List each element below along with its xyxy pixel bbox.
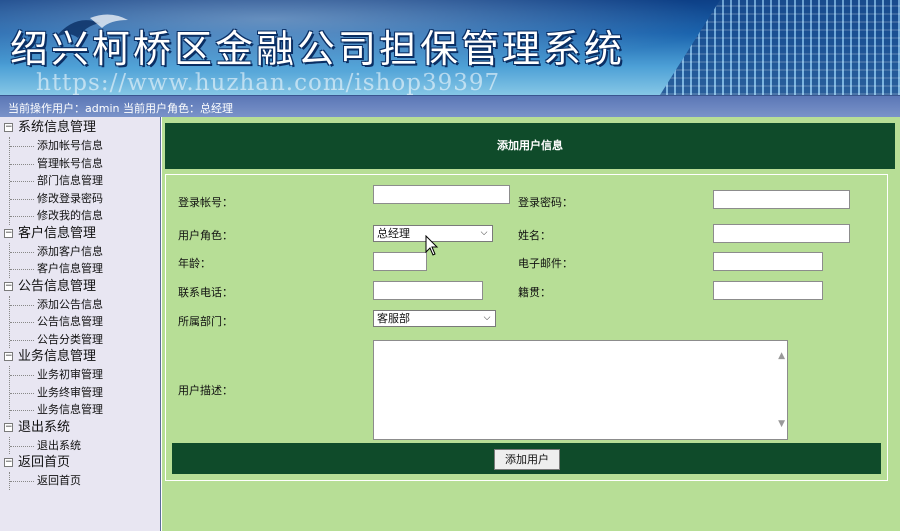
chevron-down-icon: ⌵ xyxy=(480,228,488,238)
mouse-pointer-icon xyxy=(425,235,439,256)
nav-item-link[interactable]: 业务初审管理 xyxy=(10,366,103,384)
nav-group: − 业务信息管理 业务初审管理 业务终审管理 业务信息管理 xyxy=(4,348,103,419)
nav-group-header[interactable]: − 退出系统 xyxy=(4,419,103,437)
department-select-value: 客服部 xyxy=(377,312,410,325)
nav-item-link[interactable]: 业务信息管理 xyxy=(10,401,103,419)
nav-group: − 退出系统 退出系统 xyxy=(4,419,103,455)
login-account-label: 登录帐号： xyxy=(178,196,233,209)
nav-item-link[interactable]: 业务终审管理 xyxy=(10,384,103,402)
age-input[interactable] xyxy=(373,252,427,271)
collapse-minus-icon[interactable]: − xyxy=(4,281,13,291)
nav-item-link[interactable]: 添加帐号信息 xyxy=(10,137,103,155)
nav-group-items: 业务初审管理 业务终审管理 业务信息管理 xyxy=(9,366,103,419)
add-user-form: 登录帐号： 登录密码： 用户角色： 总经理 ⌵ 姓名： 年龄： 电子邮件： 联系… xyxy=(165,174,888,481)
scroll-down-icon[interactable]: ▼ xyxy=(778,419,785,429)
nav-group-items: 退出系统 xyxy=(9,436,103,455)
nav-group-items: 返回首页 xyxy=(9,472,103,490)
nav-item-link[interactable]: 添加公告信息 xyxy=(10,296,103,314)
nav-item-link[interactable]: 修改我的信息 xyxy=(10,207,103,225)
description-textarea[interactable]: ▲ ▼ xyxy=(373,340,788,440)
nav-group: − 系统信息管理 添加帐号信息 管理帐号信息 部门信息管理 修改登录密码 修改我的信息 xyxy=(4,119,103,225)
form-title: 添加用户信息 xyxy=(165,123,895,169)
collapse-minus-icon[interactable]: − xyxy=(4,123,13,132)
scroll-up-icon[interactable]: ▲ xyxy=(778,351,785,361)
main-content: 添加用户信息 登录帐号： 登录密码： 用户角色： 总经理 ⌵ 姓名： 年龄： 电… xyxy=(162,117,900,531)
nav-group-items: 添加帐号信息 管理帐号信息 部门信息管理 修改登录密码 修改我的信息 xyxy=(9,137,103,225)
nav-item-link[interactable]: 公告信息管理 xyxy=(10,313,103,331)
sidebar: − 系统信息管理 添加帐号信息 管理帐号信息 部门信息管理 修改登录密码 修改我的信息 − 客户… xyxy=(0,117,161,531)
hometown-input[interactable] xyxy=(713,281,823,300)
nav-item-link[interactable]: 管理帐号信息 xyxy=(10,155,103,173)
hometown-label: 籍贯： xyxy=(518,286,551,299)
watermark-url: https://www.huzhan.com/ishop39397 xyxy=(36,70,501,95)
nav-group-label: 系统信息管理 xyxy=(18,120,97,135)
user-status-bar: 当前操作用户：admin 当前用户角色：总经理 xyxy=(0,95,900,117)
age-label: 年龄： xyxy=(178,257,211,270)
nav-group-header[interactable]: − 返回首页 xyxy=(4,454,103,472)
nav-group-header[interactable]: − 客户信息管理 xyxy=(4,225,103,243)
nav-item-link[interactable]: 客户信息管理 xyxy=(10,260,103,278)
collapse-minus-icon[interactable]: − xyxy=(4,352,13,361)
nav-group-header[interactable]: − 系统信息管理 xyxy=(4,119,103,137)
nav-group: − 客户信息管理 添加客户信息 客户信息管理 xyxy=(4,225,103,278)
nav-group-label: 退出系统 xyxy=(18,419,71,435)
header-banner: 绍兴柯桥区金融公司担保管理系统 https://www.huzhan.com/i… xyxy=(0,0,900,95)
email-input[interactable] xyxy=(713,252,823,271)
add-user-button[interactable]: 添加用户 xyxy=(494,449,560,470)
current-user-text: 当前操作用户：admin 当前用户角色：总经理 xyxy=(8,102,233,115)
chevron-down-icon: ⌵ xyxy=(483,313,491,323)
login-password-label: 登录密码： xyxy=(518,196,573,209)
nav-item-link[interactable]: 公告分类管理 xyxy=(10,331,103,349)
name-label: 姓名： xyxy=(518,229,551,242)
nav-item-link[interactable]: 部门信息管理 xyxy=(10,172,103,190)
nav-item-link[interactable]: 退出系统 xyxy=(10,437,103,455)
department-label: 所属部门： xyxy=(178,315,233,328)
form-action-bar: 添加用户 xyxy=(172,443,881,474)
nav-group-header[interactable]: − 业务信息管理 xyxy=(4,348,103,366)
login-account-input[interactable] xyxy=(373,185,510,204)
email-label: 电子邮件： xyxy=(518,257,573,270)
collapse-minus-icon[interactable]: − xyxy=(4,228,13,238)
login-password-input[interactable] xyxy=(713,190,850,209)
phone-label: 联系电话： xyxy=(178,286,233,299)
nav-group-items: 添加客户信息 客户信息管理 xyxy=(9,242,103,278)
nav-item-link[interactable]: 返回首页 xyxy=(10,472,103,490)
description-label: 用户描述： xyxy=(178,384,233,397)
department-select[interactable]: 客服部 ⌵ xyxy=(373,310,496,327)
role-label: 用户角色： xyxy=(178,229,233,242)
system-title: 绍兴柯桥区金融公司担保管理系统 xyxy=(10,27,626,71)
nav-group: − 返回首页 返回首页 xyxy=(4,454,103,490)
nav-tree: − 系统信息管理 添加帐号信息 管理帐号信息 部门信息管理 修改登录密码 修改我的信息 − 客户… xyxy=(4,119,103,490)
collapse-minus-icon[interactable]: − xyxy=(4,458,13,467)
nav-group-label: 公告信息管理 xyxy=(18,278,97,294)
nav-group-label: 客户信息管理 xyxy=(18,225,97,241)
nav-group-items: 添加公告信息 公告信息管理 公告分类管理 xyxy=(9,295,103,349)
nav-group: − 公告信息管理 添加公告信息 公告信息管理 公告分类管理 xyxy=(4,278,103,349)
nav-group-label: 返回首页 xyxy=(18,455,71,470)
nav-item-link[interactable]: 添加客户信息 xyxy=(10,243,103,261)
phone-input[interactable] xyxy=(373,281,483,300)
nav-item-link[interactable]: 修改登录密码 xyxy=(10,190,103,208)
nav-group-header[interactable]: − 公告信息管理 xyxy=(4,278,103,296)
nav-group-label: 业务信息管理 xyxy=(18,349,97,364)
name-input[interactable] xyxy=(713,224,850,243)
role-select-value: 总经理 xyxy=(377,227,410,240)
collapse-minus-icon[interactable]: − xyxy=(4,422,13,432)
